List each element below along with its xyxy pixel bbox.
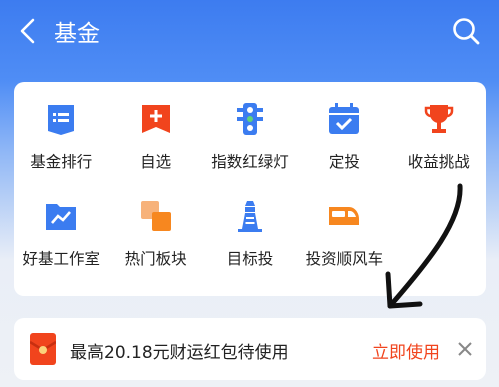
traffic-light-icon xyxy=(236,103,263,135)
menu-item-label: 定投 xyxy=(328,153,360,171)
train-icon xyxy=(329,207,360,225)
menu-item-fixed-investment[interactable]: 定投 xyxy=(297,102,391,199)
menu-item-label: 热门板块 xyxy=(124,250,187,268)
search-icon[interactable] xyxy=(451,16,481,46)
menu-row-2: 好基工作室 热门板块 目标投 投资顺风车 xyxy=(14,199,486,296)
menu-item-label: 基金排行 xyxy=(30,153,93,171)
menu-item-label: 投资顺风车 xyxy=(305,250,384,268)
page-title: 基金 xyxy=(54,21,100,47)
menu-item-label: 好基工作室 xyxy=(22,250,100,268)
trophy-icon xyxy=(424,105,453,133)
menu-item-label: 指数红绿灯 xyxy=(211,153,289,171)
lighthouse-icon xyxy=(237,201,262,232)
blocks-icon xyxy=(140,201,171,231)
chevron-left-icon[interactable] xyxy=(14,16,44,46)
menu-item-investment-ride[interactable]: 投资顺风车 xyxy=(297,199,391,296)
menu-item-label: 收益挑战 xyxy=(407,153,470,171)
add-favorite-icon xyxy=(141,105,170,133)
close-icon[interactable] xyxy=(456,340,474,358)
red-envelope-banner: 最高20.18元财运红包待使用 立即使用 xyxy=(14,318,486,380)
use-now-button[interactable]: 立即使用 xyxy=(372,338,440,363)
menu-item-target-investment[interactable]: 目标投 xyxy=(203,199,297,296)
promo-text: 最高20.18元财运红包待使用 xyxy=(70,343,289,363)
menu-item-profit-challenge[interactable]: 收益挑战 xyxy=(392,102,486,199)
calendar-check-icon xyxy=(329,103,360,134)
red-envelope-icon xyxy=(30,333,56,365)
menu-item-watchlist[interactable]: 自选 xyxy=(108,102,202,199)
menu-item-label: 目标投 xyxy=(226,250,274,268)
ranking-list-icon xyxy=(48,105,75,135)
menu-row-1: 基金排行 自选 指数红绿灯 定投 收益挑战 xyxy=(14,102,486,199)
top-bar: 基金 xyxy=(0,0,499,62)
trend-folder-icon xyxy=(46,204,77,230)
menu-item-index-lights[interactable]: 指数红绿灯 xyxy=(203,102,297,199)
fund-menu-card: 基金排行 自选 指数红绿灯 定投 收益挑战 好基工作室 热门板块 目标投 投资顺… xyxy=(14,82,486,296)
menu-item-fund-ranking[interactable]: 基金排行 xyxy=(14,102,108,199)
menu-item-fund-studio[interactable]: 好基工作室 xyxy=(14,199,108,296)
menu-item-label: 自选 xyxy=(140,153,172,171)
menu-item-hot-sectors[interactable]: 热门板块 xyxy=(108,199,202,296)
